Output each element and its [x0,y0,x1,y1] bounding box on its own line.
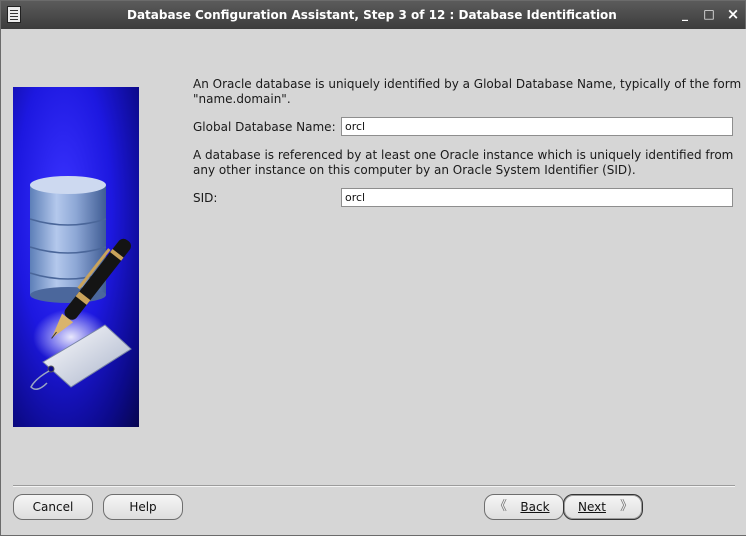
sid-intro-line1: A database is referenced by at least one… [193,148,734,162]
sid-intro-line2: any other instance on this computer by a… [193,163,636,177]
app-icon [7,6,21,23]
maximize-button[interactable]: □ [702,7,716,21]
help-button-label: Help [129,500,157,514]
intro-text-line2: "name.domain". [193,92,291,106]
close-button[interactable]: × [726,7,740,22]
intro-text-line1: An Oracle database is uniquely identifie… [193,77,742,91]
cancel-button[interactable]: Cancel [13,494,93,520]
footer-separator [13,485,735,487]
database-illustration [13,87,139,427]
back-button-label: Back [520,500,550,514]
next-button[interactable]: Next 》 [563,494,643,520]
wizard-content: An Oracle database is uniquely identifie… [2,29,746,535]
window-title: Database Configuration Assistant, Step 3… [127,8,617,22]
chevron-right-icon: 》 [620,499,634,514]
sid-input[interactable] [341,188,733,207]
minimize-button[interactable]: _ [678,7,692,21]
title-bar[interactable]: Database Configuration Assistant, Step 3… [1,1,745,29]
sid-label: SID: [193,191,218,205]
chevron-left-icon: 《 [494,499,508,514]
cancel-button-label: Cancel [32,500,74,514]
help-button[interactable]: Help [103,494,183,520]
global-db-name-input[interactable] [341,117,733,136]
global-db-name-label: Global Database Name: [193,120,336,134]
next-button-label: Next [578,500,606,514]
dbca-window: Database Configuration Assistant, Step 3… [0,0,746,536]
back-button[interactable]: 《 Back [484,494,564,520]
database-pen-icon [29,176,132,390]
